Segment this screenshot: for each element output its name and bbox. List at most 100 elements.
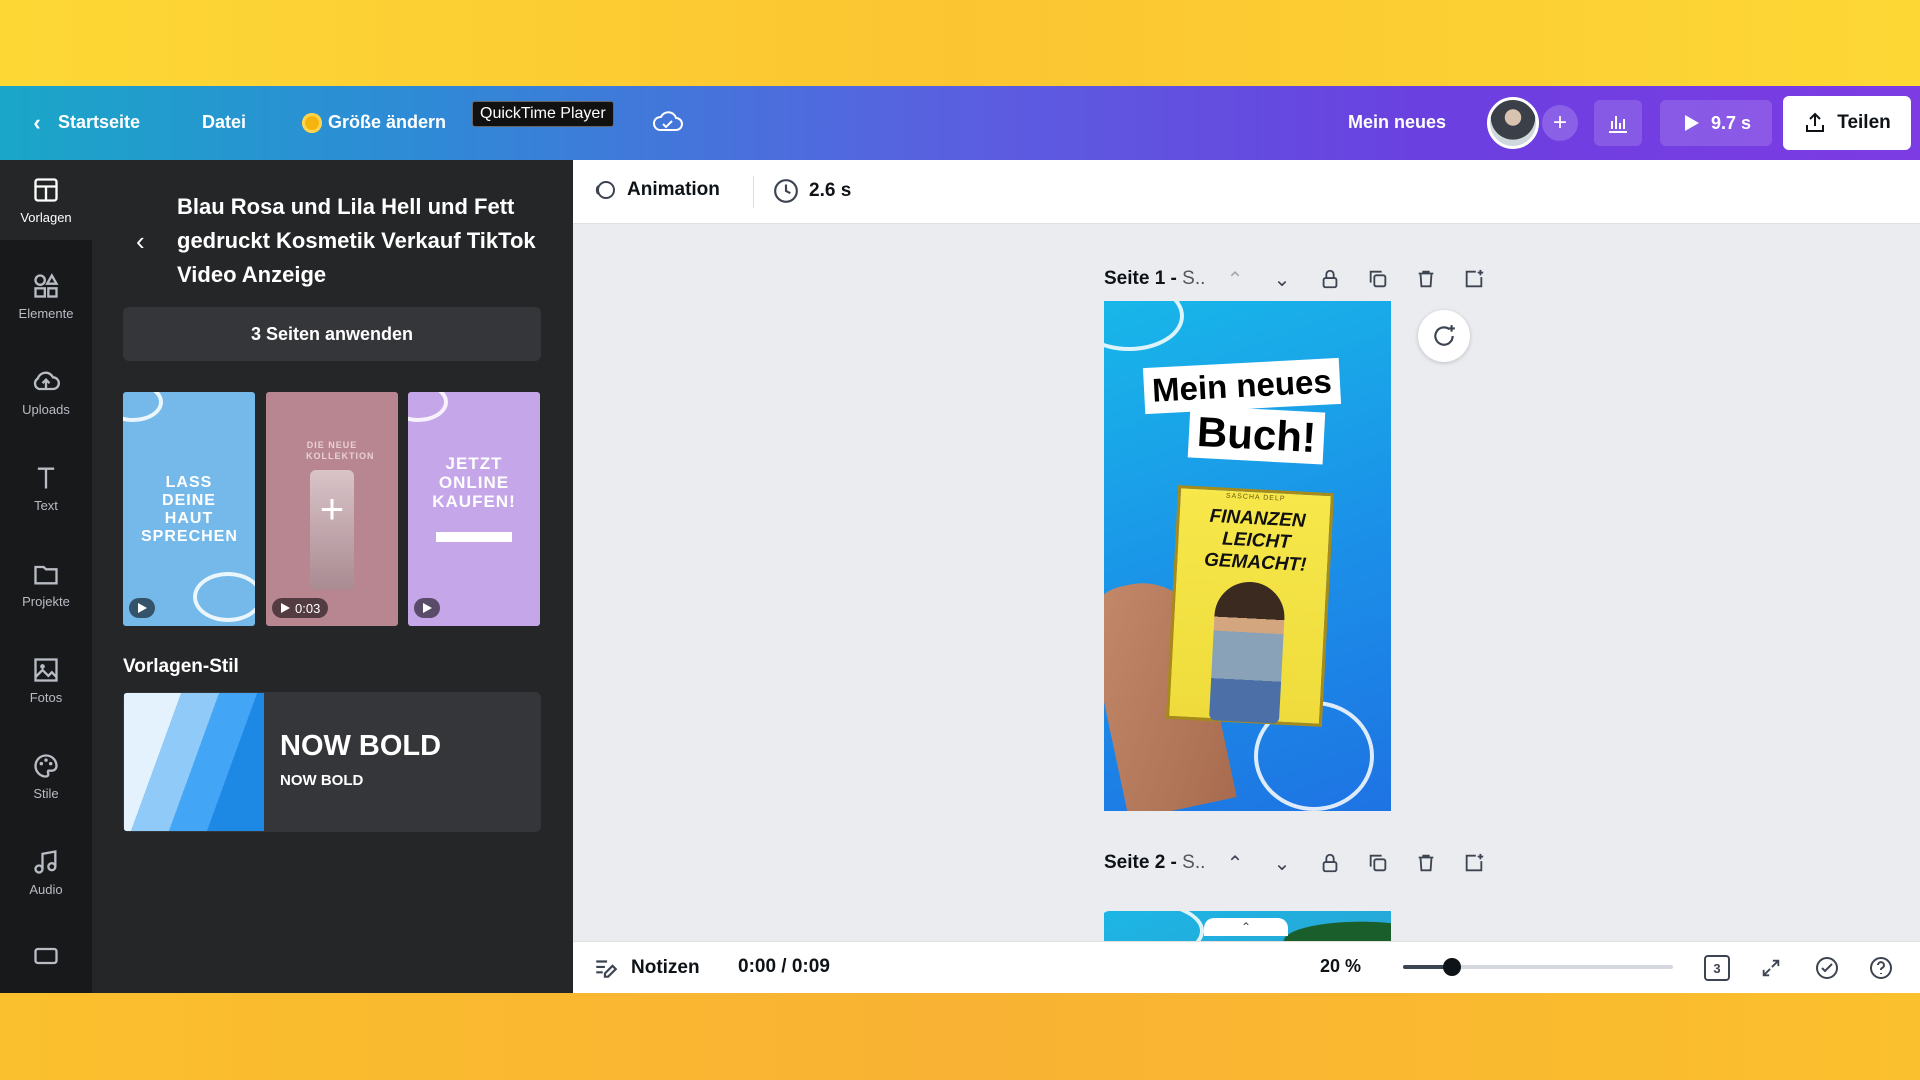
toolbar-divider bbox=[753, 176, 754, 208]
insights-chart-icon[interactable] bbox=[1594, 100, 1642, 146]
fullscreen-icon[interactable] bbox=[1755, 952, 1787, 984]
trash-icon[interactable] bbox=[1414, 267, 1438, 291]
page-2-label[interactable]: Seite 2 - S.. bbox=[1104, 852, 1205, 874]
book-author: SASCHA DELP bbox=[1225, 492, 1286, 503]
elements-icon bbox=[34, 272, 59, 298]
upload-cloud-icon bbox=[33, 371, 60, 390]
animation-label: Animation bbox=[627, 179, 720, 200]
thumbnail-play-badge: 0:03 bbox=[272, 598, 329, 618]
animation-button[interactable]: Animation bbox=[593, 178, 720, 202]
play-icon bbox=[423, 603, 432, 613]
page-1-suffix: S.. bbox=[1182, 268, 1206, 289]
rail-item-uploads[interactable]: Uploads bbox=[0, 352, 92, 432]
page-count: 3 bbox=[1704, 955, 1730, 981]
avatar[interactable] bbox=[1487, 97, 1539, 149]
rail-item-styles[interactable]: Stile bbox=[0, 736, 92, 816]
book-title: FINANZEN LEICHT GEMACHT! bbox=[1203, 505, 1307, 576]
present-play-button[interactable]: 9.7 s bbox=[1660, 100, 1772, 146]
rail-label: Stile bbox=[33, 785, 59, 801]
template-thumbnail[interactable]: JETZT ONLINE KAUFEN! bbox=[408, 392, 540, 626]
resize-label: Größe ändern bbox=[328, 112, 447, 132]
page-grid-button[interactable]: 3 bbox=[1701, 952, 1733, 984]
zoom-slider[interactable] bbox=[1403, 958, 1673, 976]
headline-line-2[interactable]: Buch! bbox=[1187, 405, 1326, 465]
template-title: Blau Rosa und Lila Hell und Fett gedruck… bbox=[177, 194, 536, 287]
style-color-swatch bbox=[124, 693, 264, 831]
headline-line-1[interactable]: Mein neues bbox=[1142, 357, 1341, 415]
playback-timecode: 0:00 / 0:09 bbox=[738, 956, 830, 977]
zoom-slider-handle[interactable] bbox=[1443, 958, 1461, 976]
music-icon bbox=[34, 849, 57, 874]
rail-label: Vorlagen bbox=[20, 209, 72, 225]
zoom-level[interactable]: 20 % bbox=[1320, 956, 1361, 977]
template-style-card[interactable]: NOW BOLD NOW BOLD bbox=[123, 692, 541, 832]
lock-icon[interactable] bbox=[1318, 851, 1342, 875]
add-comment-icon[interactable] bbox=[1418, 310, 1470, 362]
video-icon bbox=[34, 947, 58, 965]
resize-button[interactable]: Größe ändern bbox=[302, 112, 446, 133]
scribble-decoration bbox=[193, 572, 255, 622]
thumbnail-text: LASS DEINE HAUT SPRECHEN bbox=[141, 474, 238, 545]
palette-icon bbox=[34, 753, 58, 778]
expand-timeline-chevron-icon[interactable]: ⌃ bbox=[1204, 918, 1288, 936]
template-style-heading: Vorlagen-Stil bbox=[123, 656, 239, 677]
book-cover-image[interactable]: SASCHA DELP FINANZEN LEICHT GEMACHT! bbox=[1165, 485, 1335, 727]
style-font-secondary: NOW BOLD bbox=[280, 772, 364, 789]
rail-item-projects[interactable]: Projekte bbox=[0, 544, 92, 624]
rail-item-audio[interactable]: Audio bbox=[0, 832, 92, 912]
move-down-chevron-icon[interactable]: ⌄ bbox=[1270, 267, 1294, 291]
cloud-sync-icon[interactable] bbox=[652, 108, 684, 136]
total-duration: 9.7 s bbox=[1710, 112, 1752, 133]
add-plus-icon[interactable]: + bbox=[320, 485, 345, 533]
animation-icon bbox=[595, 181, 615, 199]
templates-panel: ‹ Blau Rosa und Lila Hell und Fett gedru… bbox=[92, 160, 573, 993]
template-thumbnail[interactable]: DIE NEUE KOLLEKTION + 0:03 bbox=[266, 392, 398, 626]
rail-item-photos[interactable]: Fotos bbox=[0, 640, 92, 720]
add-page-icon[interactable] bbox=[1462, 267, 1486, 291]
page-toolbar: Animation 2.6 s bbox=[573, 160, 1920, 224]
desktop-wallpaper-bottom bbox=[0, 993, 1920, 1080]
crown-icon bbox=[302, 112, 322, 133]
templates-icon bbox=[34, 177, 58, 202]
trash-icon[interactable] bbox=[1414, 851, 1438, 875]
help-icon[interactable] bbox=[1865, 952, 1897, 984]
notes-button[interactable]: Notizen bbox=[593, 955, 700, 981]
design-canvas: Seite 1 - S.. ⌃ ⌄ Mein neues Buch! SASCH… bbox=[573, 224, 1920, 941]
check-circle-icon[interactable] bbox=[1811, 952, 1843, 984]
rail-item-video[interactable] bbox=[0, 928, 92, 984]
add-collaborator-icon[interactable]: + bbox=[1542, 105, 1578, 141]
page-1-label[interactable]: Seite 1 - S.. bbox=[1104, 268, 1205, 290]
move-down-chevron-icon[interactable]: ⌄ bbox=[1270, 851, 1294, 875]
design-title[interactable]: Mein neues bbox=[1348, 112, 1446, 133]
notes-pencil-icon bbox=[596, 960, 618, 978]
duplicate-icon[interactable] bbox=[1366, 267, 1390, 291]
rail-item-templates[interactable]: Vorlagen bbox=[0, 160, 92, 240]
apply-pages-button[interactable]: 3 Seiten anwenden bbox=[123, 307, 541, 361]
page-duration-button[interactable]: 2.6 s bbox=[773, 178, 851, 204]
scribble-decoration bbox=[408, 392, 448, 422]
panel-back-chevron-icon[interactable]: ‹ bbox=[136, 226, 145, 257]
home-link[interactable]: Startseite bbox=[58, 112, 140, 133]
share-label: Teilen bbox=[1837, 112, 1891, 133]
rail-label: Fotos bbox=[29, 689, 63, 705]
rail-item-elements[interactable]: Elemente bbox=[0, 256, 92, 336]
text-icon bbox=[37, 467, 55, 488]
lock-icon[interactable] bbox=[1318, 267, 1342, 291]
template-thumbnail[interactable]: LASS DEINE HAUT SPRECHEN bbox=[123, 392, 255, 626]
back-chevron-icon[interactable]: ‹ bbox=[22, 108, 52, 138]
play-icon bbox=[138, 603, 147, 613]
share-button[interactable]: Teilen bbox=[1783, 96, 1911, 150]
rail-item-text[interactable]: Text bbox=[0, 448, 92, 528]
add-page-icon[interactable] bbox=[1462, 851, 1486, 875]
rail-label: Uploads bbox=[22, 401, 70, 417]
left-nav-rail: Vorlagen Elemente Uploads Text Projekte … bbox=[0, 160, 92, 993]
move-up-chevron-icon[interactable]: ⌃ bbox=[1223, 267, 1247, 291]
thumbnail-text: DIE NEUE KOLLEKTION bbox=[306, 440, 375, 461]
top-toolbar: ‹ Startseite Datei Größe ändern ↶ QuickT… bbox=[0, 86, 1920, 160]
page-1-canvas[interactable]: Mein neues Buch! SASCHA DELP FINANZEN LE… bbox=[1104, 301, 1391, 811]
move-up-chevron-icon[interactable]: ⌃ bbox=[1223, 851, 1247, 875]
rail-label: Text bbox=[34, 497, 58, 513]
file-menu[interactable]: Datei bbox=[202, 112, 246, 133]
page-2-header: Seite 2 - S.. ⌃ ⌄ bbox=[1104, 848, 1484, 878]
duplicate-icon[interactable] bbox=[1366, 851, 1390, 875]
